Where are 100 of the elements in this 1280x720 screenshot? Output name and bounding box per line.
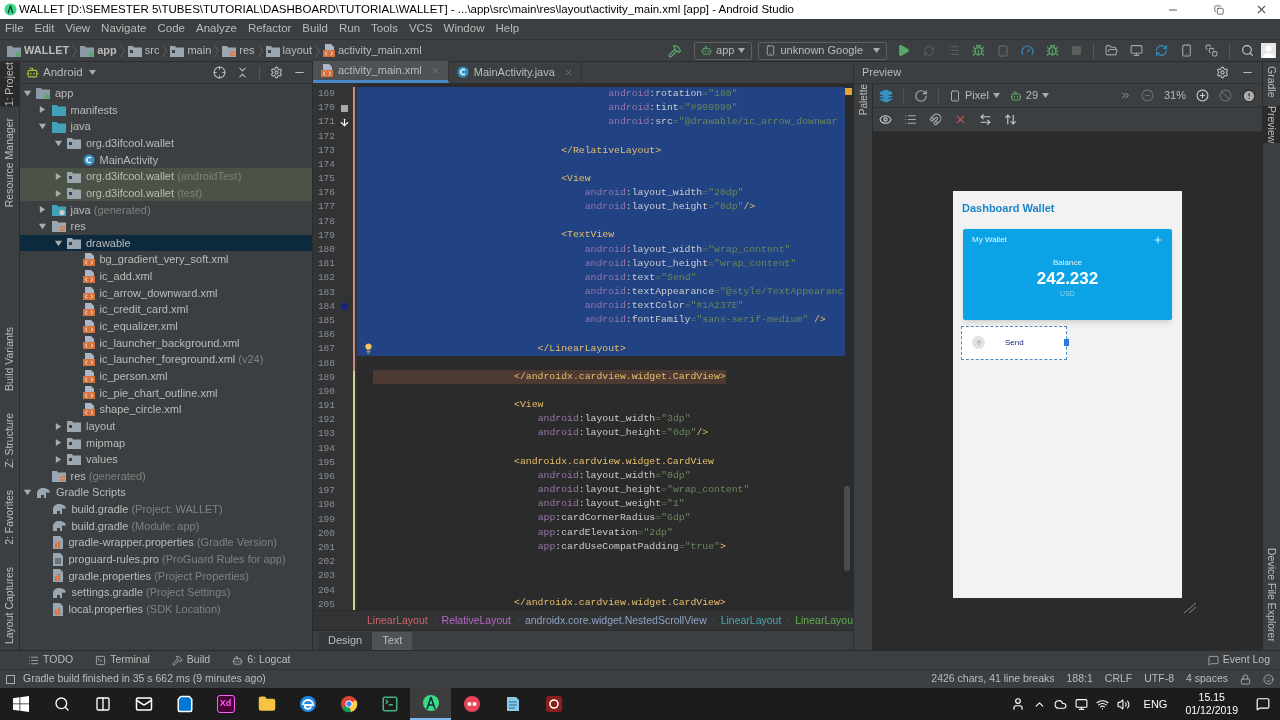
expand-arrow-icon[interactable]	[53, 238, 63, 248]
blueprint-icon[interactable]	[904, 113, 917, 126]
tool-window-tab[interactable]: Build Variants	[0, 327, 19, 392]
zoom-in-icon[interactable]	[1196, 89, 1209, 102]
mode-tab[interactable]: Text	[372, 631, 413, 650]
tree-item[interactable]: proguard-rules.pro (ProGuard Rules for app)	[20, 550, 312, 568]
menu-item[interactable]: Window	[443, 20, 485, 38]
palette-tab[interactable]: Palette	[849, 84, 877, 116]
menu-item[interactable]: File	[5, 20, 24, 38]
avd-manager-icon[interactable]	[1130, 44, 1143, 57]
lock-icon[interactable]	[1240, 673, 1251, 685]
collapse-arrow-icon[interactable]	[53, 188, 63, 198]
locate-icon[interactable]	[213, 66, 226, 79]
device-dropdown[interactable]: Pixel	[949, 87, 1000, 104]
tree-item[interactable]: manifests	[20, 101, 312, 119]
debugger-attach-icon[interactable]	[1046, 44, 1059, 57]
tree-item[interactable]: app	[20, 85, 312, 102]
editor-tab[interactable]: activity_main.xml	[313, 61, 449, 83]
tool-window-tab[interactable]: Preview	[1263, 105, 1280, 143]
tree-item[interactable]: ic_pie_chart_outline.xml	[20, 384, 312, 402]
breadcrumb-item[interactable]: activity_main.xml	[322, 42, 422, 59]
breadcrumb-item[interactable]: src	[127, 42, 160, 59]
tree-item[interactable]: ic_launcher_foreground.xml (v24)	[20, 351, 312, 368]
tag-breadcrumb[interactable]: LinearLayout	[367, 612, 428, 629]
collapse-arrow-icon[interactable]	[53, 454, 63, 464]
breadcrumb-item[interactable]: res	[222, 42, 255, 59]
tree-item[interactable]: gradle.properties (Project Properties)	[20, 567, 312, 585]
menu-item[interactable]: Refactor	[247, 20, 292, 38]
tree-item[interactable]: ic_launcher_background.xml	[20, 334, 312, 352]
tree-item[interactable]: ic_credit_card.xml	[20, 301, 312, 318]
breadcrumb-item[interactable]: main	[170, 42, 212, 59]
tree-item[interactable]: local.properties (SDK Location)	[20, 600, 312, 618]
orientation-icon[interactable]	[914, 88, 928, 103]
collapse-arrow-icon[interactable]	[38, 105, 47, 115]
cloud-icon[interactable]	[1053, 697, 1067, 711]
mode-tab[interactable]: Design	[318, 631, 373, 650]
eye-icon[interactable]	[879, 113, 892, 126]
tree-item[interactable]: values	[20, 451, 312, 468]
tag-breadcrumb[interactable]: RelativeLayout	[441, 612, 512, 629]
profiler-icon[interactable]	[1021, 44, 1034, 57]
tool-window-tab[interactable]: Z: Structure	[0, 413, 19, 469]
notifications-icon[interactable]	[1256, 697, 1270, 711]
menu-item[interactable]: Analyze	[195, 20, 237, 38]
panel-toggle-icon[interactable]	[6, 674, 15, 684]
menu-item[interactable]: Edit	[34, 20, 55, 38]
expand-arrow-icon[interactable]	[38, 221, 47, 231]
tree-item[interactable]: org.d3ifcool.wallet	[20, 134, 312, 152]
tree-item[interactable]: shape_circle.xml	[20, 401, 312, 418]
sync-icon[interactable]	[1155, 44, 1168, 57]
language-indicator[interactable]: ENG	[1143, 695, 1168, 713]
send-card[interactable]: Send	[961, 325, 1067, 360]
scrollbar-thumb[interactable]	[844, 486, 850, 571]
tag-breadcrumb[interactable]: LinearLayou	[795, 612, 853, 629]
tool-window-button[interactable]: Build	[171, 652, 211, 668]
collapse-all-icon[interactable]	[236, 66, 249, 79]
vertical-arrows-icon[interactable]	[1004, 113, 1017, 126]
tool-window-tab[interactable]: 1: Project	[0, 62, 19, 107]
menu-item[interactable]: Build	[302, 20, 328, 38]
smiley-icon[interactable]	[1263, 673, 1274, 685]
resize-handle[interactable]	[1064, 338, 1069, 346]
expand-arrow-icon[interactable]	[38, 122, 47, 132]
run-icon[interactable]	[897, 44, 910, 57]
warning-marker[interactable]	[845, 88, 852, 95]
editor-tab[interactable]: MainActivity.java	[448, 61, 582, 83]
person-icon[interactable]	[1010, 697, 1025, 711]
tree-item[interactable]: layout	[20, 417, 312, 435]
tree-item[interactable]: settings.gradle (Project Settings)	[20, 584, 312, 601]
search-icon[interactable]	[1241, 44, 1254, 57]
menu-item[interactable]: Run	[338, 20, 361, 38]
tag-breadcrumb[interactable]: LinearLayout	[720, 612, 782, 629]
tree-item[interactable]: java	[20, 118, 312, 135]
tree-item[interactable]: gradle-wrapper.properties (Gradle Version)	[20, 534, 312, 551]
horizontal-arrows-icon[interactable]	[979, 113, 992, 126]
breadcrumb-item[interactable]: WALLET	[7, 42, 70, 59]
menu-item[interactable]: Tools	[371, 20, 398, 38]
magnet-icon[interactable]	[929, 113, 942, 126]
status-field[interactable]: UTF-8	[1144, 671, 1174, 687]
project-structure-icon[interactable]	[1105, 44, 1118, 57]
expand-arrow-icon[interactable]	[22, 488, 32, 498]
collapse-arrow-icon[interactable]	[53, 172, 63, 181]
project-view-dropdown[interactable]: Android	[43, 63, 96, 82]
more-icon[interactable]	[1119, 90, 1131, 101]
sdk-icon[interactable]	[1205, 44, 1218, 57]
tree-item[interactable]: ic_add.xml	[20, 268, 312, 285]
tree-item[interactable]: res (generated)	[20, 467, 312, 485]
tree-item[interactable]: mipmap	[20, 434, 312, 452]
collapse-arrow-icon[interactable]	[38, 205, 47, 215]
clock[interactable]: 15.15 01/12/2019	[1185, 691, 1238, 717]
collapse-arrow-icon[interactable]	[53, 438, 63, 448]
debug-icon[interactable]	[972, 44, 985, 57]
tree-item[interactable]: ic_arrow_downward.xml	[20, 284, 312, 302]
collapse-arrow-icon[interactable]	[53, 421, 63, 431]
status-field[interactable]: 2426 chars, 41 line breaks	[931, 671, 1055, 687]
tree-item[interactable]: drawable	[20, 234, 312, 252]
tree-item[interactable]: build.gradle (Project: WALLET)	[20, 501, 312, 518]
tool-window-tab[interactable]: Gradle	[1263, 66, 1280, 98]
tree-item[interactable]: Gradle Scripts	[20, 484, 312, 501]
status-field[interactable]: 4 spaces	[1185, 671, 1228, 687]
api-level-dropdown[interactable]: 29	[1009, 87, 1050, 104]
taskbar-button[interactable]	[410, 688, 451, 720]
